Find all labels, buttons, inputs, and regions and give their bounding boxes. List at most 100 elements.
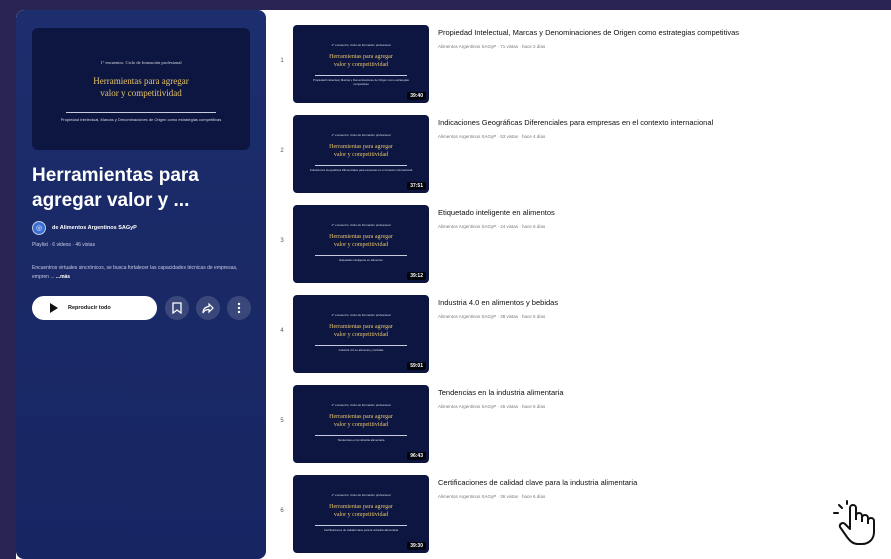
video-meta: Alimentos Argentinos SAGyP · 24 vistas ·… [438, 224, 546, 229]
video-thumbnail[interactable]: 1° encuentro. Ciclo de formación profesi… [293, 115, 429, 193]
video-title[interactable]: Industria 4.0 en alimentos y bebidas [438, 298, 888, 307]
video-meta: Alimentos Argentinos SAGyP · 38 vistas ·… [438, 314, 546, 319]
video-index: 4 [280, 328, 284, 334]
thumbnail-divider [315, 525, 407, 526]
duration-badge: 39:30 [407, 542, 426, 550]
thumbnail-heading-line-1: Herramientas para agregar [329, 324, 393, 330]
thumbnail-kicker: 1° encuentro. Ciclo de formación profesi… [331, 403, 391, 407]
list-item[interactable]: 6 1° encuentro. Ciclo de formación profe… [274, 470, 891, 555]
thumbnail-divider [315, 345, 407, 346]
list-item[interactable]: 5 1° encuentro. Ciclo de formación profe… [274, 380, 891, 465]
video-thumbnail[interactable]: 1° encuentro. Ciclo de formación profesi… [293, 295, 429, 373]
video-index: 6 [280, 508, 284, 514]
playlist-title: Herramientas para agregar valor y ... [32, 163, 252, 213]
thumbnail-kicker: 1° encuentro. Ciclo de formación profesi… [331, 43, 391, 47]
video-meta: Alimentos Argentinos SAGyP · 53 vistas ·… [438, 134, 546, 139]
thumbnail-heading-line-1: Herramientas para agregar [329, 504, 393, 510]
thumbnail-heading-line-1: Herramientas para agregar [329, 144, 393, 150]
outer-border [0, 10, 16, 559]
list-item[interactable]: 3 1° encuentro. Ciclo de formación profe… [274, 200, 891, 285]
thumbnail-heading-line-2: valor y competitividad [333, 512, 389, 518]
video-meta: Alimentos Argentinos SAGyP · 45 vistas ·… [438, 404, 546, 409]
save-playlist-button[interactable] [165, 296, 189, 320]
thumbnail-heading-line-2: valor y competitividad [333, 422, 389, 428]
video-index: 5 [280, 418, 284, 424]
thumbnail-heading: Herramientas para agregar valor y competi… [293, 503, 429, 519]
playlist-owner[interactable]: ◎ de Alimentos Argentinos SAGyP [32, 221, 137, 235]
more-vert-icon [237, 302, 241, 314]
thumbnail-divider [315, 75, 407, 76]
video-index: 2 [280, 148, 284, 154]
list-item[interactable]: 4 1° encuentro. Ciclo de formación profe… [274, 290, 891, 375]
thumbnail-heading-line-1: Herramientas para agregar [329, 414, 393, 420]
duration-badge: 39:40 [407, 92, 426, 100]
playlist-header-panel: 1° encuentro. Ciclo de formación profesi… [16, 10, 266, 559]
playlist-page: 1° encuentro. Ciclo de formación profesi… [16, 10, 891, 559]
playlist-title-line-1: Herramientas para [32, 165, 199, 186]
list-item[interactable]: 1 1° encuentro. Ciclo de formación profe… [274, 20, 891, 105]
video-title[interactable]: Certificaciones de calidad clave para la… [438, 478, 888, 487]
duration-badge: 96:43 [407, 452, 426, 460]
thumbnail-heading: Herramientas para agregar valor y competi… [293, 143, 429, 159]
thumbnail-divider [315, 255, 407, 256]
thumbnail-heading-line-2: valor y competitividad [333, 62, 389, 68]
thumbnail-subtitle: Etiquetado inteligente en alimentos [339, 258, 383, 262]
thumbnail-divider [315, 165, 407, 166]
bookmark-icon [172, 302, 182, 314]
thumbnail-divider [66, 112, 216, 113]
thumbnail-kicker: 1° encuentro. Ciclo de formación profesi… [331, 133, 391, 137]
playlist-thumbnail[interactable]: 1° encuentro. Ciclo de formación profesi… [32, 28, 250, 150]
thumbnail-heading-line-1: Herramientas para agregar [93, 76, 189, 86]
more-options-button[interactable] [227, 296, 251, 320]
share-button[interactable] [196, 296, 220, 320]
share-icon [202, 302, 214, 313]
thumbnail-subtitle: Certificaciones de calidad clave para la… [323, 528, 399, 532]
video-thumbnail[interactable]: 1° encuentro. Ciclo de formación profesi… [293, 25, 429, 103]
thumbnail-kicker: 1° encuentro. Ciclo de formación profesi… [100, 60, 182, 65]
thumbnail-heading-line-2: valor y competitividad [333, 332, 389, 338]
video-meta: Alimentos Argentinos SAGyP · 71 vistas ·… [438, 44, 546, 49]
thumbnail-subtitle: Tendencias en la industria alimentaria [337, 438, 385, 442]
video-index: 1 [280, 58, 284, 64]
thumbnail-heading-line-1: Herramientas para agregar [329, 54, 393, 60]
video-title[interactable]: Tendencias en la industria alimentaria [438, 388, 888, 397]
owner-name[interactable]: de Alimentos Argentinos SAGyP [52, 225, 137, 231]
thumbnail-subtitle: Propiedad Intelectual, Marcas y Denomina… [313, 78, 409, 86]
thumbnail-divider [315, 435, 407, 436]
thumbnail-kicker: 1° encuentro. Ciclo de formación profesi… [331, 313, 391, 317]
playlist-description[interactable]: Encuentros virtuales sincrónicos, se bus… [32, 264, 254, 282]
hand-pointer-icon [833, 500, 875, 545]
thumbnail-heading: Herramientas para agregar valor y competi… [293, 413, 429, 429]
thumbnail-heading-line-2: valor y competitividad [333, 242, 389, 248]
video-title[interactable]: Propiedad Intelectual, Marcas y Denomina… [438, 28, 888, 37]
duration-badge: 37:51 [407, 182, 426, 190]
playlist-title-line-2: agregar valor y ... [32, 190, 190, 211]
video-thumbnail[interactable]: 1° encuentro. Ciclo de formación profesi… [293, 205, 429, 283]
play-all-button[interactable]: Reproducir todo [32, 296, 157, 320]
thumbnail-subtitle: Propiedad Intelectual, Marcas y Denomina… [60, 117, 222, 122]
video-title[interactable]: Indicaciones Geográficas Diferenciales p… [438, 118, 888, 127]
thumbnail-heading-line-2: valor y competitividad [100, 88, 182, 98]
description-more-link[interactable]: ...más [56, 274, 70, 280]
video-thumbnail[interactable]: 1° encuentro. Ciclo de formación profesi… [293, 475, 429, 553]
avatar: ◎ [32, 221, 46, 235]
playlist-meta: Playlist · 6 videos · 46 vistas [32, 242, 96, 248]
duration-badge: 59:01 [407, 362, 426, 370]
list-item[interactable]: 2 1° encuentro. Ciclo de formación profe… [274, 110, 891, 195]
thumbnail-kicker: 1° encuentro. Ciclo de formación profesi… [331, 493, 391, 497]
video-thumbnail[interactable]: 1° encuentro. Ciclo de formación profesi… [293, 385, 429, 463]
thumbnail-heading: Herramientas para agregar valor y competi… [293, 233, 429, 249]
play-all-label: Reproducir todo [68, 305, 111, 311]
thumbnail-heading-line-2: valor y competitividad [333, 152, 389, 158]
video-title[interactable]: Etiquetado inteligente en alimentos [438, 208, 888, 217]
thumbnail-heading: Herramientas para agregar valor y competi… [293, 323, 429, 339]
playlist-video-list: 1 1° encuentro. Ciclo de formación profe… [274, 10, 891, 559]
thumbnail-subtitle: Indicaciones Geográficas Diferenciales p… [309, 168, 413, 172]
video-index: 3 [280, 238, 284, 244]
thumbnail-heading-line-1: Herramientas para agregar [329, 234, 393, 240]
duration-badge: 39:12 [407, 272, 426, 280]
thumbnail-heading: Herramientas para agregar valor y compet… [32, 75, 250, 99]
thumbnail-heading: Herramientas para agregar valor y competi… [293, 53, 429, 69]
play-icon [50, 303, 58, 313]
video-meta: Alimentos Argentinos SAGyP · 36 vistas ·… [438, 494, 546, 499]
